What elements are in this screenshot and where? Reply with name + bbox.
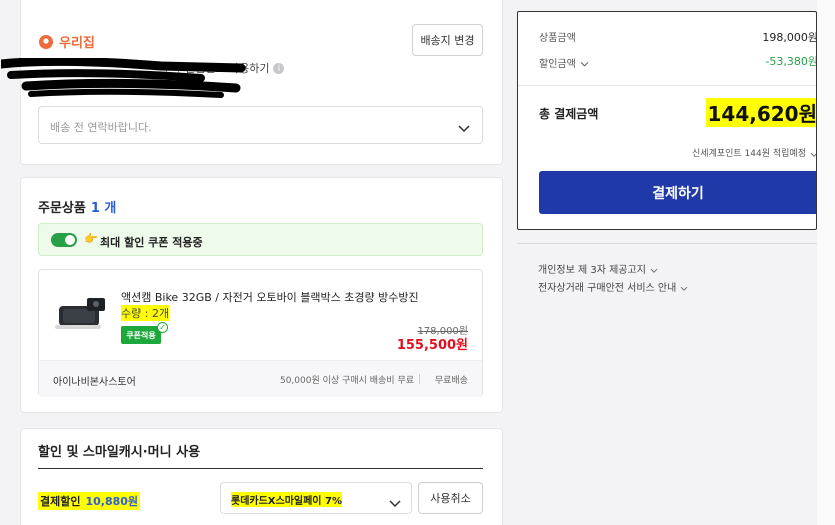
check-icon: ✓ — [157, 322, 168, 333]
product-amount-value: 198,000원 — [762, 31, 817, 44]
shipping-fee: 무료배송 — [434, 376, 468, 386]
summary-divider — [518, 85, 816, 86]
privacy-notice-link[interactable]: 개인정보 제 3자 제공고지 — [538, 259, 658, 278]
coupon-applied-text: 최대 할인 쿠폰 적용중 — [100, 236, 203, 249]
chevron-down-icon — [680, 277, 688, 296]
divider — [419, 374, 420, 384]
sale-price: 155,500원 — [396, 338, 468, 353]
pay-button[interactable]: 결제하기 — [539, 171, 816, 214]
products-title: 주문상품 — [38, 201, 86, 216]
product-quantity: 수량 : 2개 — [121, 305, 170, 321]
chevron-down-icon — [650, 259, 658, 278]
address-name: 우리집 — [59, 36, 95, 51]
shipping-condition: 50,000원 이상 구매시 배송비 무료 — [279, 376, 414, 386]
change-address-button[interactable]: 배송지 변경 — [412, 24, 483, 56]
delivery-memo-text: 배송 전 연락바랍니다. — [50, 121, 152, 134]
chevron-down-icon — [389, 494, 401, 513]
product-image[interactable] — [53, 292, 113, 336]
address-header: 우리집 — [38, 32, 95, 51]
points-text: 신세계포인트 144원 적립예정 — [692, 149, 806, 159]
product-amount-label: 상품금액 — [539, 33, 576, 44]
payment-discount-value: 10,880원 — [85, 495, 139, 508]
chevron-down-icon — [458, 119, 470, 138]
coupon-applied-badge: 쿠폰적용 — [121, 326, 161, 344]
seller-name[interactable]: 아이나비본사스토어 — [53, 373, 136, 388]
order-products-card: 주문상품 1 개 👉 최대 할인 쿠폰 적용중 액션캠 Bike 32GB / … — [20, 177, 503, 413]
shipping-card: 우리집 배송지 변경 안심번호 사용하기 i 배송 전 연락바랍니다. — [0, 0, 503, 165]
card-select[interactable]: 롯데카드X스마일페이 7% — [220, 482, 412, 514]
notices-section: 개인정보 제 3자 제공고지 전자상거래 구매안전 서비스 안내 — [517, 243, 817, 303]
title-underline — [38, 468, 483, 469]
chevron-down-icon — [810, 143, 816, 162]
total-amount-value: 144,620원 — [705, 98, 816, 127]
info-icon[interactable]: i — [273, 62, 285, 74]
safety-service-link[interactable]: 전자상거래 구매안전 서비스 안내 — [538, 277, 688, 296]
points-info[interactable]: 신세계포인트 144원 적립예정 — [692, 143, 816, 162]
safety-service-text: 전자상거래 구매안전 서비스 안내 — [538, 283, 677, 294]
product-name[interactable]: 액션캠 Bike 32GB / 자전거 오토바이 블랙박스 초경량 방수방진 — [121, 289, 419, 305]
toggle-switch-icon[interactable] — [51, 233, 77, 247]
pointing-hand-icon: 👉 — [84, 232, 98, 245]
discount-amount-value: -53,380원 — [765, 55, 817, 68]
location-pin-icon — [38, 34, 54, 50]
cancel-use-button[interactable]: 사용취소 — [418, 482, 483, 514]
payment-discount-info: 결제할인 10,880원 — [38, 492, 141, 510]
payment-summary-card: 상품금액 198,000원 할인금액 -53,380원 총 결제금액 144,6… — [517, 11, 817, 230]
privacy-notice-text: 개인정보 제 3자 제공고지 — [538, 265, 646, 276]
delivery-memo-select[interactable]: 배송 전 연락바랍니다. — [38, 106, 483, 144]
chevron-down-icon — [580, 53, 589, 72]
coupon-applied-bar: 👉 최대 할인 쿠폰 적용중 — [38, 223, 483, 256]
discount-card: 할인 및 스마일캐시·머니 사용 결제할인 10,880원 롯데카드X스마일페이… — [20, 428, 503, 525]
card-select-value: 롯데카드X스마일페이 7% — [231, 492, 342, 507]
product-item: 액션캠 Bike 32GB / 자전거 오토바이 블랙박스 초경량 방수방진 수… — [38, 269, 483, 397]
products-title-row: 주문상품 1 개 — [38, 197, 116, 216]
discount-title: 할인 및 스마일캐시·머니 사용 — [38, 445, 201, 460]
window-edge — [817, 0, 835, 525]
products-count: 1 개 — [90, 201, 117, 216]
total-amount-label: 총 결제금액 — [539, 107, 599, 121]
redaction-mark — [0, 56, 261, 98]
discount-amount-toggle[interactable]: 할인금액 — [539, 53, 589, 72]
payment-discount-label: 결제할인 — [40, 495, 81, 508]
pay-button-label: 결제하기 — [652, 185, 704, 202]
seller-row: 아이나비본사스토어 50,000원 이상 구매시 배송비 무료 무료배송 — [39, 360, 482, 397]
discount-amount-label: 할인금액 — [539, 59, 576, 70]
